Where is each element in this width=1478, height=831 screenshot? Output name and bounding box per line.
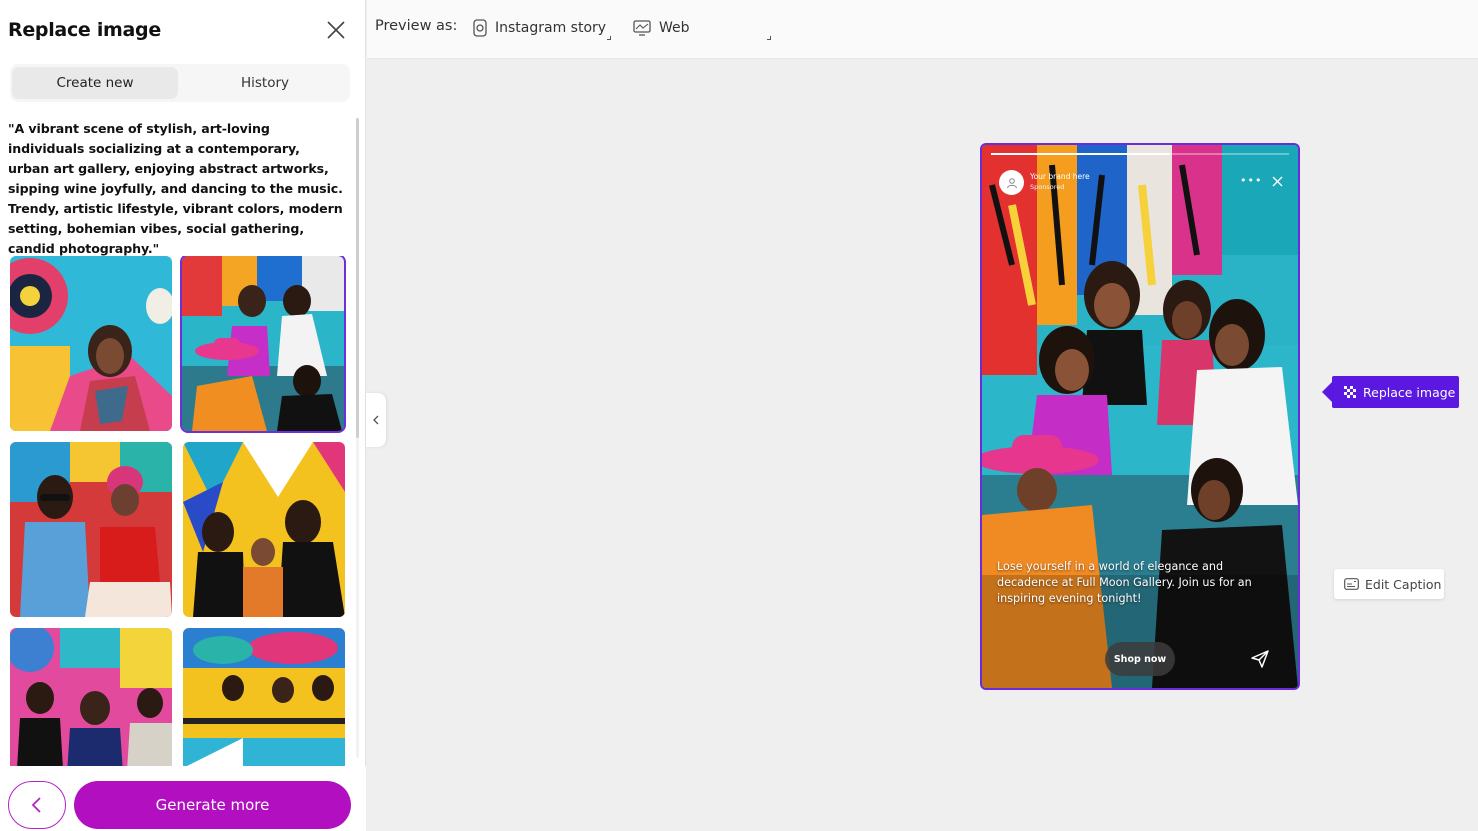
instagram-story-preview: Your brand here Sponsored ••• Lose yours… — [980, 143, 1300, 690]
avatar — [999, 170, 1024, 195]
story-progress-bar — [991, 153, 1289, 155]
caret-icon — [767, 36, 771, 40]
preview-option-label: Web — [659, 20, 690, 36]
image-option-6[interactable] — [183, 628, 345, 766]
image-option-1[interactable] — [10, 256, 172, 431]
scrollbar-thumb[interactable] — [356, 118, 359, 438]
panel-tabs: Create new History — [10, 64, 350, 102]
image-option-5[interactable] — [10, 628, 172, 766]
image-option-4[interactable] — [183, 442, 345, 617]
prompt-text: "A vibrant scene of stylish, art-loving … — [8, 121, 343, 256]
back-button[interactable] — [8, 781, 66, 829]
edit-caption-button[interactable]: Edit Caption — [1334, 569, 1444, 599]
chevron-left-icon — [373, 415, 379, 425]
preview-topbar: Preview as: Instagram story Web — [367, 0, 1478, 59]
collapse-panel-button[interactable] — [366, 393, 386, 447]
caret-icon — [607, 36, 611, 40]
sponsored-label: Sponsored — [1030, 183, 1065, 191]
edit-caption-label: Edit Caption — [1365, 576, 1442, 592]
replace-image-button[interactable]: Replace image — [1322, 376, 1459, 408]
preview-option-instagram-story[interactable]: Instagram story — [473, 17, 606, 39]
image-grid — [10, 256, 346, 766]
image-option-2[interactable] — [180, 256, 346, 433]
tab-create-new[interactable]: Create new — [12, 67, 178, 99]
user-icon — [1006, 177, 1017, 188]
close-icon[interactable] — [1272, 176, 1283, 187]
replace-image-label: Replace image — [1363, 384, 1456, 400]
more-icon[interactable]: ••• — [1240, 174, 1262, 187]
story-progress-fill — [991, 153, 1170, 155]
story-caption: Lose yourself in a world of elegance and… — [997, 560, 1252, 605]
panel-footer: Generate more — [0, 766, 366, 831]
panel-title: Replace image — [8, 19, 161, 41]
shop-now-button[interactable]: Shop now — [1105, 642, 1175, 676]
preview-label: Preview as: — [375, 18, 458, 34]
tab-history[interactable]: History — [182, 67, 348, 99]
close-icon[interactable] — [324, 18, 348, 42]
image-option-3[interactable] — [10, 442, 172, 617]
chevron-left-icon — [31, 797, 41, 813]
instagram-icon — [473, 19, 487, 37]
checkerboard-icon — [1344, 385, 1356, 398]
preview-option-web[interactable]: Web — [633, 17, 690, 39]
preview-option-label: Instagram story — [495, 20, 607, 36]
monitor-icon — [633, 20, 651, 36]
generate-more-button[interactable]: Generate more — [74, 781, 351, 829]
brand-name: Your brand here — [1030, 172, 1090, 181]
replace-image-panel: Replace image Create new History "A vibr… — [0, 0, 366, 831]
caption-icon — [1344, 578, 1359, 590]
send-icon[interactable] — [1250, 649, 1270, 669]
panel-header: Replace image — [8, 16, 348, 46]
